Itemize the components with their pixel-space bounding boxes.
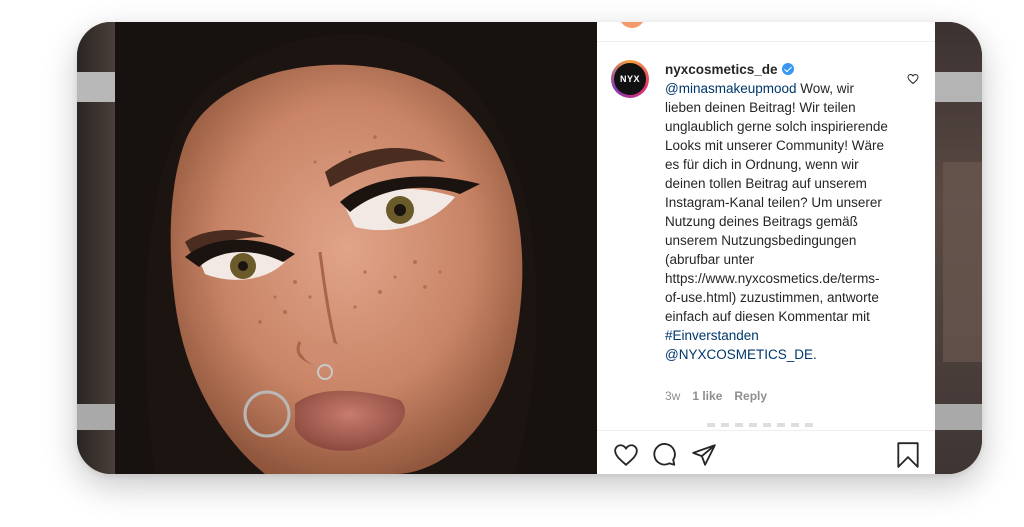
- hidden-replies-hint: [707, 423, 817, 427]
- comment-likes[interactable]: 1 like: [692, 389, 722, 403]
- panel-divider-top: [597, 41, 935, 42]
- share-icon[interactable]: [691, 442, 717, 473]
- mention-link[interactable]: @minasmakeupmood: [665, 81, 797, 96]
- comments-panel: NYX nyxcosmetics_de @minasmakeupmood Wow…: [597, 22, 935, 474]
- verified-icon: [781, 63, 794, 75]
- bookmark-icon[interactable]: [895, 441, 921, 474]
- reply-button[interactable]: Reply: [734, 389, 767, 403]
- background-left: [77, 22, 115, 474]
- screenshot-card: NYX nyxcosmetics_de @minasmakeupmood Wow…: [77, 22, 982, 474]
- comment-time: 3w: [665, 389, 681, 403]
- comment-period: .: [812, 347, 817, 362]
- background-right: [935, 22, 982, 474]
- hashtag-link[interactable]: #Einverstanden: [665, 328, 759, 343]
- post-photo[interactable]: [115, 22, 597, 474]
- avatar[interactable]: NYX: [611, 60, 649, 98]
- mention-link-end[interactable]: @NYXCOSMETICS_DE: [665, 347, 813, 362]
- heart-icon[interactable]: [613, 442, 639, 473]
- comment-text: nyxcosmetics_de @minasmakeupmood Wow, wi…: [665, 60, 893, 364]
- comment-like-heart-icon[interactable]: [907, 72, 919, 90]
- panel-divider: [597, 430, 935, 431]
- comment-icon[interactable]: [651, 442, 677, 473]
- comment-username[interactable]: nyxcosmetics_de: [665, 62, 778, 77]
- story-avatar-edge: [619, 22, 645, 28]
- comment-meta: 3w 1 like Reply: [665, 389, 779, 403]
- brand-logo: NYX: [614, 63, 646, 95]
- comment-body: Wow, wir lieben deinen Beitrag! Wir teil…: [665, 81, 888, 324]
